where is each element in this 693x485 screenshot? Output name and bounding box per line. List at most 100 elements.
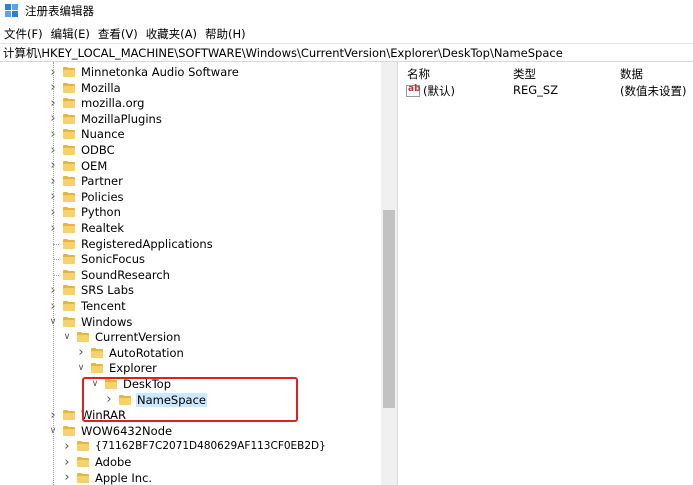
tree-item-label: Mozilla bbox=[81, 80, 121, 95]
tree-item[interactable]: › Realtek bbox=[48, 220, 125, 236]
folder-icon bbox=[63, 82, 75, 93]
folder-icon bbox=[63, 301, 75, 311]
tree-item-label: SRS Labs bbox=[81, 283, 134, 298]
expand-arrow-icon[interactable]: › bbox=[62, 470, 72, 485]
string-value-icon-text: ab bbox=[408, 84, 421, 94]
tree-item[interactable]: › Python bbox=[48, 204, 122, 220]
tree-item[interactable]: › ODBC bbox=[48, 142, 116, 158]
collapse-arrow-icon[interactable]: ∨ bbox=[62, 329, 72, 345]
tree-item-label: Realtek bbox=[81, 221, 125, 235]
tree-item[interactable]: ∨ Windows bbox=[48, 314, 133, 330]
column-header-type[interactable]: 类型 bbox=[513, 66, 536, 82]
folder-icon bbox=[63, 223, 75, 233]
tree-item-label: MozillaPlugins bbox=[81, 111, 162, 126]
scrollbar-thumb[interactable] bbox=[383, 210, 395, 408]
tree-item-label: Python bbox=[81, 205, 121, 220]
tree-guide-line bbox=[53, 62, 54, 432]
tree-guide-line bbox=[53, 274, 59, 276]
regedit-icon bbox=[5, 4, 19, 18]
folder-icon bbox=[63, 316, 75, 327]
column-header-data[interactable]: 数据 bbox=[620, 66, 643, 82]
tree-guide-line bbox=[53, 259, 59, 261]
expand-arrow-icon[interactable]: › bbox=[62, 438, 72, 454]
tree-item-label: SonicFocus bbox=[81, 252, 145, 267]
collapse-arrow-icon[interactable]: ∨ bbox=[76, 360, 86, 376]
tree-item[interactable]: › Tencent bbox=[48, 298, 127, 314]
menu-edit[interactable]: 编辑(E) bbox=[51, 26, 94, 42]
value-list: 名称 类型 数据 ab (默认) REG_SZ (数值未设置) bbox=[401, 62, 693, 485]
tree-item-label: Policies bbox=[81, 189, 124, 204]
tree-guide-line bbox=[53, 434, 54, 485]
folder-icon bbox=[77, 332, 89, 343]
folder-icon bbox=[77, 472, 89, 483]
folder-icon bbox=[63, 269, 75, 280]
tree-item-label: WOW6432Node bbox=[81, 423, 173, 438]
tree-item[interactable]: › SRS Labs bbox=[48, 282, 135, 298]
tree-item-label: Tencent bbox=[81, 299, 126, 313]
folder-icon bbox=[63, 207, 75, 218]
tree-item-label: OEM bbox=[81, 158, 108, 173]
tree-item-label: Partner bbox=[81, 174, 123, 189]
tree-item[interactable]: › Minnetonka Audio Software bbox=[48, 64, 240, 80]
expand-arrow-icon[interactable]: › bbox=[76, 345, 86, 361]
tree-item-label: Apple Inc. bbox=[95, 470, 153, 485]
value-type: REG_SZ bbox=[513, 83, 559, 97]
address-bar[interactable]: 计算机\HKEY_LOCAL_MACHINE\SOFTWARE\Windows\… bbox=[0, 43, 693, 62]
menu-file[interactable]: 文件(F) bbox=[4, 26, 47, 42]
tree-item-label: Nuance bbox=[81, 127, 125, 142]
folder-icon bbox=[63, 160, 75, 171]
folder-icon bbox=[63, 113, 75, 124]
tree-item[interactable]: › Partner bbox=[48, 173, 124, 189]
tree-item-label: CurrentVersion bbox=[95, 330, 181, 345]
menu-favorites[interactable]: 收藏夹(A) bbox=[146, 26, 201, 42]
folder-icon bbox=[63, 425, 75, 436]
folder-icon bbox=[63, 191, 75, 202]
folder-icon bbox=[77, 441, 89, 452]
tree-item-label: {71162BF7C2071D480629AF113CF0EB2D} bbox=[95, 440, 326, 453]
tree-item[interactable]: › AutoRotation bbox=[76, 345, 185, 361]
folder-icon bbox=[63, 176, 75, 187]
highlight-annotation bbox=[82, 377, 298, 422]
tree-item[interactable]: › MozillaPlugins bbox=[48, 111, 163, 127]
tree-item[interactable]: › Mozilla bbox=[48, 80, 122, 96]
tree-item-label: SoundResearch bbox=[81, 267, 170, 282]
tree-item-label: Minnetonka Audio Software bbox=[81, 65, 239, 79]
tree-item[interactable]: RegisteredApplications bbox=[48, 236, 214, 252]
tree-item[interactable]: › Policies bbox=[48, 189, 125, 205]
list-item[interactable]: ab (默认) REG_SZ (数值未设置) bbox=[401, 82, 693, 99]
folder-icon bbox=[63, 238, 75, 249]
tree-item[interactable]: SoundResearch bbox=[48, 267, 171, 283]
tree-item[interactable]: › {71162BF7C2071D480629AF113CF0EB2D} bbox=[62, 438, 327, 454]
tree-item[interactable]: ∨ CurrentVersion bbox=[62, 329, 181, 345]
menu-help[interactable]: 帮助(H) bbox=[205, 26, 250, 42]
column-header-name[interactable]: 名称 bbox=[407, 66, 430, 82]
folder-icon bbox=[91, 347, 103, 358]
list-header: 名称 类型 数据 bbox=[401, 64, 693, 82]
tree-item[interactable]: › Adobe bbox=[62, 454, 132, 470]
tree-item-label: mozilla.org bbox=[81, 96, 145, 111]
menu-bar: 文件(F) 编辑(E) 查看(V) 收藏夹(A) 帮助(H) bbox=[0, 24, 254, 43]
tree-item[interactable]: › mozilla.org bbox=[48, 95, 145, 111]
tree-scrollbar[interactable] bbox=[381, 62, 397, 485]
folder-icon bbox=[63, 67, 75, 77]
tree-item[interactable]: › Apple Inc. bbox=[62, 470, 153, 485]
expand-arrow-icon[interactable]: › bbox=[62, 454, 72, 470]
folder-icon bbox=[63, 410, 75, 421]
window-title: 注册表编辑器 bbox=[25, 4, 94, 18]
menu-view[interactable]: 查看(V) bbox=[98, 26, 142, 42]
folder-icon bbox=[63, 98, 75, 109]
folder-icon bbox=[63, 254, 75, 265]
folder-icon bbox=[63, 285, 75, 296]
tree-item[interactable]: ∨ WOW6432Node bbox=[48, 423, 173, 439]
tree-item[interactable]: ∨ Explorer bbox=[76, 360, 158, 376]
tree-item[interactable]: › OEM bbox=[48, 158, 108, 174]
folder-icon bbox=[77, 457, 89, 467]
tree-item[interactable]: › Nuance bbox=[48, 126, 126, 142]
tree-item-label: Explorer bbox=[109, 361, 157, 376]
value-data: (数值未设置) bbox=[620, 84, 687, 98]
folder-icon bbox=[91, 363, 103, 374]
tree-item-label: Adobe bbox=[95, 455, 132, 469]
folder-icon bbox=[63, 145, 75, 155]
value-name: (默认) bbox=[423, 84, 455, 98]
tree-item[interactable]: SonicFocus bbox=[48, 251, 146, 267]
